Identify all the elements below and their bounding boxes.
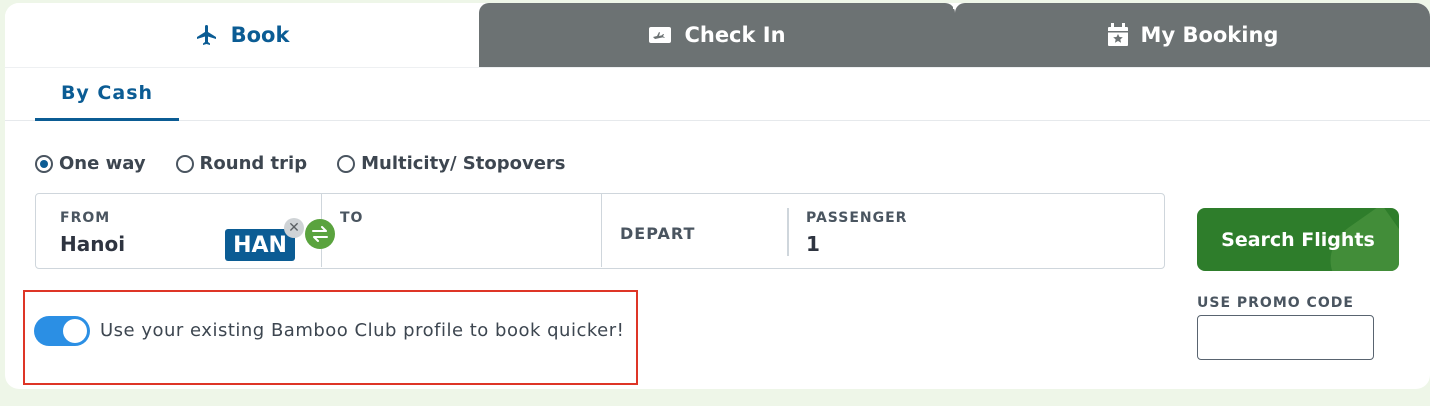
from-field[interactable]: FROM Hanoi HAN ✕ (36, 194, 322, 267)
tab-book[interactable]: Book (5, 3, 479, 67)
tab-check-in[interactable]: Check In (479, 3, 955, 67)
tab-book-label: Book (230, 23, 290, 47)
trip-type-selector: One way Round trip Multicity/ Stopovers (35, 153, 596, 174)
booking-widget: Book Check In My Booking By Cash One way… (5, 3, 1430, 389)
radio-multicity[interactable]: Multicity/ Stopovers (337, 153, 566, 174)
tab-my-booking[interactable]: My Booking (955, 3, 1430, 67)
passenger-field[interactable]: PASSENGER 1 (788, 194, 1164, 267)
boarding-pass-icon (648, 25, 672, 45)
toggle-knob (63, 319, 87, 343)
subtab-by-cash[interactable]: By Cash (35, 68, 179, 121)
main-tabs: Book Check In My Booking (5, 3, 1430, 67)
tab-my-booking-label: My Booking (1140, 23, 1279, 47)
swap-arrows-icon[interactable] (305, 219, 335, 249)
bamboo-club-toggle-label: Use your existing Bamboo Club profile to… (100, 320, 625, 341)
radio-round-trip-label: Round trip (199, 153, 308, 174)
calendar-star-icon (1107, 23, 1129, 47)
to-field[interactable]: TO (322, 194, 602, 267)
search-flights-button[interactable]: Search Flights (1197, 208, 1399, 271)
passenger-label: PASSENGER (806, 210, 908, 226)
depart-field[interactable]: DEPART (602, 194, 788, 267)
from-value: Hanoi (60, 232, 126, 256)
radio-multicity-label: Multicity/ Stopovers (361, 153, 566, 174)
radio-round-trip[interactable]: Round trip (175, 153, 308, 174)
radio-unchecked-icon (175, 154, 194, 173)
bamboo-club-toggle[interactable] (34, 316, 90, 346)
promo-code-input[interactable] (1197, 315, 1374, 360)
depart-label: DEPART (620, 224, 696, 243)
radio-one-way[interactable]: One way (35, 153, 146, 174)
from-airport-code: HAN (225, 229, 295, 261)
flight-search-box: FROM Hanoi HAN ✕ TO DEPART PASSENGER 1 (35, 193, 1165, 269)
airplane-icon (195, 23, 219, 47)
passenger-value: 1 (806, 232, 820, 256)
tab-check-in-label: Check In (684, 23, 786, 47)
from-label: FROM (60, 210, 111, 226)
to-label: TO (340, 210, 364, 226)
radio-unchecked-icon (337, 154, 356, 173)
search-flights-label: Search Flights (1221, 228, 1375, 251)
payment-subtabs: By Cash (5, 67, 1430, 121)
radio-checked-icon (35, 154, 53, 173)
promo-code-label: USE PROMO CODE (1197, 295, 1354, 311)
radio-one-way-label: One way (59, 153, 146, 174)
close-icon[interactable]: ✕ (284, 218, 304, 238)
